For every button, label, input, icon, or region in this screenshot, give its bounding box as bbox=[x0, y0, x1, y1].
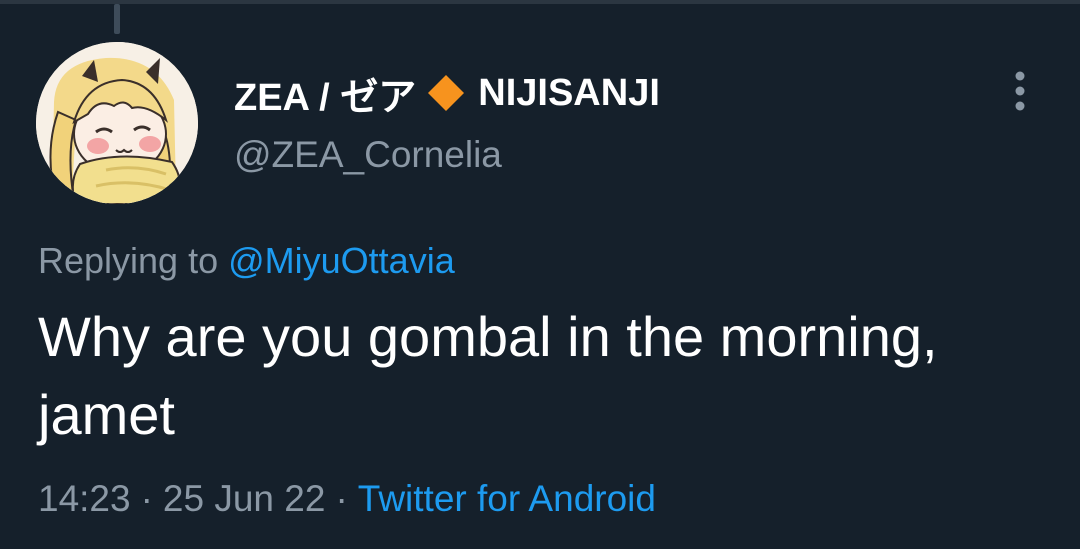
tweet-source-link[interactable]: Twitter for Android bbox=[358, 478, 656, 519]
tweet-text: Why are you gombal in the morning, jamet bbox=[38, 305, 938, 446]
orange-diamond-icon bbox=[426, 73, 466, 113]
meta-separator: · bbox=[140, 478, 153, 519]
author-handle[interactable]: @ZEA_Cornelia bbox=[234, 134, 502, 176]
author-name-row[interactable]: ZEA / ゼア NIJISANJI bbox=[234, 66, 660, 120]
replying-to: Replying to @MiyuOttavia bbox=[38, 240, 455, 282]
avatar-illustration bbox=[36, 42, 198, 204]
thread-connector-line bbox=[114, 4, 120, 34]
tweet-time[interactable]: 14:23 bbox=[38, 478, 131, 519]
author-display-name[interactable]: ZEA / ゼア bbox=[234, 66, 416, 121]
top-divider bbox=[0, 0, 1080, 4]
tweet-date[interactable]: 25 Jun 22 bbox=[163, 478, 326, 519]
tweet-metadata: 14:23 · 25 Jun 22 · Twitter for Android bbox=[38, 478, 656, 520]
avatar[interactable] bbox=[36, 42, 198, 204]
author-affiliation[interactable]: NIJISANJI bbox=[478, 72, 660, 115]
more-vertical-icon[interactable] bbox=[1004, 70, 1036, 112]
replying-to-link[interactable]: @MiyuOttavia bbox=[228, 240, 455, 281]
replying-to-label: Replying to bbox=[38, 240, 219, 281]
tweet-detail: ZEA / ゼア NIJISANJI @ZEA_Cornelia Replyin… bbox=[0, 0, 1080, 549]
meta-separator: · bbox=[335, 478, 348, 519]
